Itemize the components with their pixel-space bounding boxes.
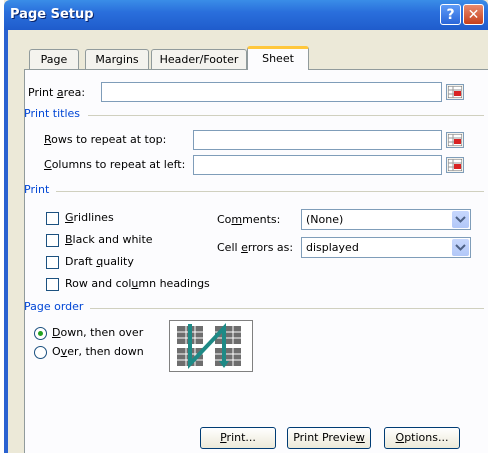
- window-border: [4, 30, 8, 453]
- chevron-down-icon[interactable]: [452, 239, 469, 256]
- group-divider: [90, 308, 484, 309]
- dialog-title: Page Setup: [10, 7, 94, 22]
- title-bar: Page Setup ? ✕: [4, 0, 488, 30]
- comments-label: Comments:: [217, 213, 281, 226]
- tab-page[interactable]: Page: [29, 49, 79, 69]
- black-and-white-label: Black and white: [65, 233, 153, 246]
- print-area-range-selector-icon[interactable]: [446, 84, 464, 100]
- draft-quality-label: Draft quality: [65, 255, 134, 268]
- options-button[interactable]: Options...: [384, 427, 460, 449]
- help-button[interactable]: ?: [440, 4, 461, 25]
- tab-header-footer[interactable]: Header/Footer: [151, 49, 247, 69]
- columns-to-repeat-field[interactable]: [193, 155, 442, 175]
- tab-margins[interactable]: Margins: [85, 49, 149, 69]
- black-and-white-checkbox[interactable]: [46, 234, 59, 247]
- comments-dropdown[interactable]: (None): [301, 209, 471, 230]
- print-heading: Print: [24, 183, 50, 196]
- draft-quality-checkbox[interactable]: [46, 256, 59, 269]
- close-button[interactable]: ✕: [463, 4, 484, 25]
- rows-range-selector-icon[interactable]: [446, 132, 464, 148]
- page-order-heading: Page order: [24, 300, 84, 313]
- group-divider: [56, 191, 484, 192]
- columns-range-selector-icon[interactable]: [446, 157, 464, 173]
- tab-sheet[interactable]: Sheet: [247, 46, 309, 70]
- page-setup-dialog: Page Setup ? ✕ Page Margins Header/Foote…: [4, 0, 488, 453]
- print-button[interactable]: Print...: [200, 427, 276, 449]
- page-order-preview-icon: [169, 320, 253, 372]
- print-area-field[interactable]: [101, 82, 442, 102]
- gridlines-label: Gridlines: [65, 211, 114, 224]
- columns-to-repeat-label: Columns to repeat at left:: [44, 158, 186, 171]
- row-column-headings-checkbox[interactable]: [46, 278, 59, 291]
- print-titles-heading: Print titles: [24, 107, 81, 120]
- cell-errors-value: displayed: [306, 241, 359, 254]
- cell-errors-dropdown[interactable]: displayed: [301, 237, 471, 258]
- row-column-headings-label: Row and column headings: [65, 277, 210, 290]
- print-preview-button[interactable]: Print Preview: [287, 427, 371, 449]
- rows-to-repeat-field[interactable]: [193, 130, 442, 150]
- print-area-label: Print area:: [28, 86, 86, 99]
- gridlines-checkbox[interactable]: [46, 212, 59, 225]
- down-then-over-radio[interactable]: [34, 327, 47, 340]
- over-then-down-radio[interactable]: [34, 346, 47, 359]
- cell-errors-label: Cell errors as:: [217, 241, 294, 254]
- over-then-down-label: Over, then down: [52, 345, 144, 358]
- down-then-over-label: Down, then over: [52, 326, 144, 339]
- group-divider: [88, 115, 484, 116]
- comments-value: (None): [306, 213, 344, 226]
- chevron-down-icon[interactable]: [452, 211, 469, 228]
- rows-to-repeat-label: Rows to repeat at top:: [44, 133, 167, 146]
